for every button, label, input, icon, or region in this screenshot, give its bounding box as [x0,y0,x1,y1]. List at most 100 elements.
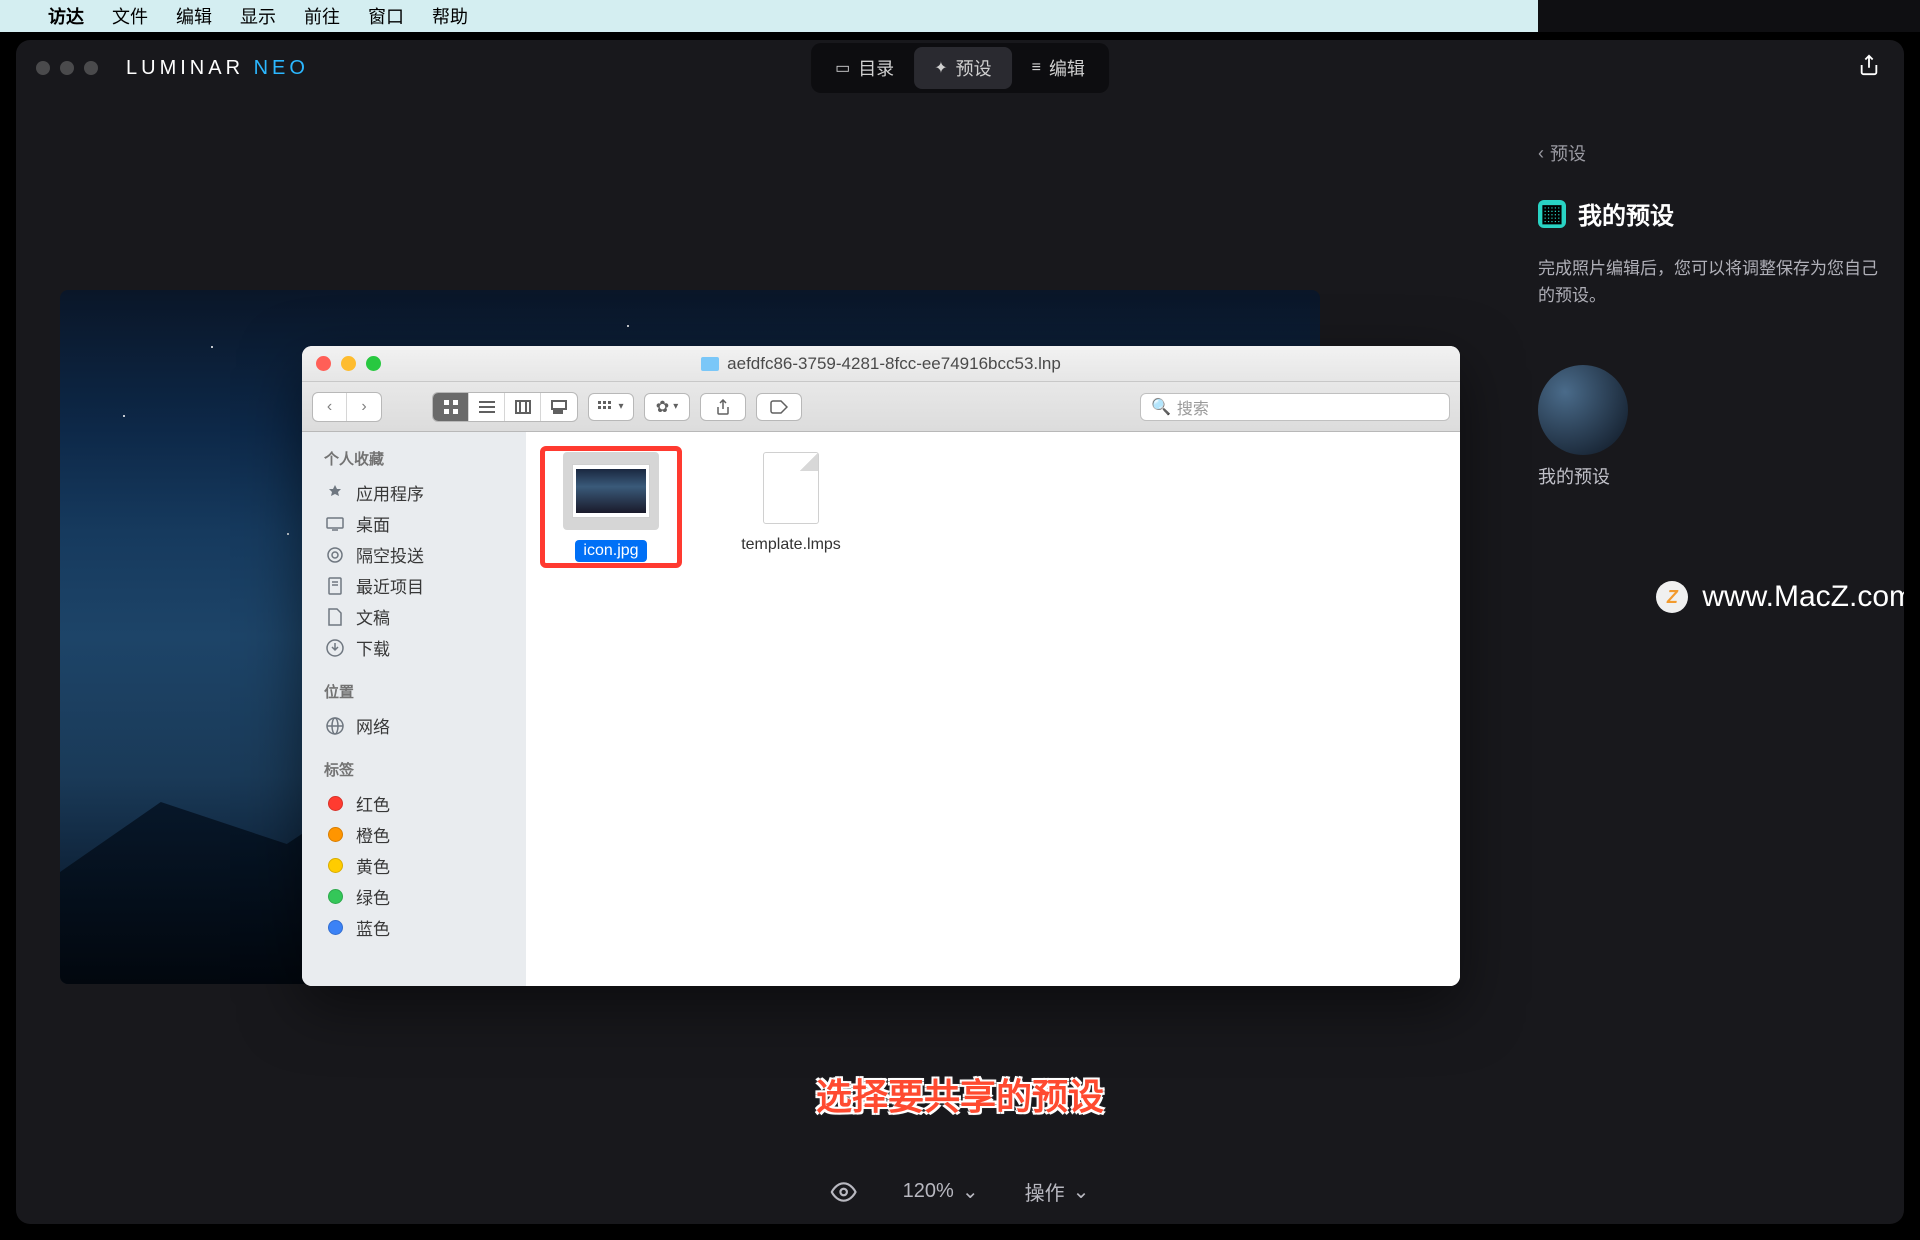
applications-icon [324,482,346,504]
mode-tabs: ▭ 目录 ✦ 预设 ≡ 编辑 [811,43,1109,93]
view-list-button[interactable] [469,393,505,421]
search-placeholder: 搜索 [1177,395,1209,419]
chevron-down-icon: ⌄ [962,1179,979,1204]
airdrop-icon [324,544,346,566]
menubar-app-name[interactable]: 访达 [48,3,84,29]
mode-tab-presets[interactable]: ✦ 预设 [914,47,1011,89]
sidebar-item-label: 黄色 [356,853,390,878]
nav-buttons: ‹ › [312,392,382,422]
sidebar-item-label: 桌面 [356,511,390,536]
back-to-presets-link[interactable]: ‹ 预设 [1538,140,1880,166]
finder-content[interactable]: icon.jpg template.lmps [526,432,1460,986]
finder-search[interactable]: 🔍 搜索 [1140,393,1450,421]
action-menu[interactable]: 操作 ⌄ [1025,1177,1090,1206]
finder-title-text: aefdfc86-3759-4281-8fcc-ee74916bcc53.lnp [727,354,1061,374]
edit-icon: ≡ [1032,59,1041,77]
menubar-fill [1538,0,1920,32]
file-item-template[interactable]: template.lmps [726,452,856,556]
sidebar-item-downloads[interactable]: 下载 [302,632,526,663]
visibility-toggle[interactable] [831,1179,857,1205]
app-traffic-lights [36,61,98,75]
tags-toolbar-button[interactable] [756,393,802,421]
logo-main: LUMINAR [126,57,244,79]
sidebar-item-label: 网络 [356,713,390,738]
watermark-icon: Z [1656,581,1688,613]
sidebar-tag-blue[interactable]: 蓝色 [302,912,526,943]
sidebar-item-applications[interactable]: 应用程序 [302,477,526,508]
search-icon: 🔍 [1151,397,1171,417]
finder-minimize-button[interactable] [341,356,356,371]
sidebar-tag-red[interactable]: 红色 [302,788,526,819]
share-toolbar-button[interactable] [700,393,746,421]
sidebar-item-network[interactable]: 网络 [302,710,526,741]
network-icon [324,715,346,737]
app-minimize-button[interactable] [60,61,74,75]
finder-maximize-button[interactable] [366,356,381,371]
menubar-item-edit[interactable]: 编辑 [176,3,212,29]
eye-icon [831,1179,857,1205]
nav-forward-button[interactable]: › [347,393,381,421]
folder-icon [701,357,719,371]
tags-heading: 标签 [302,757,526,788]
panel-description: 完成照片编辑后，您可以将调整保存为您自己的预设。 [1538,255,1880,309]
sidebar-item-recents[interactable]: 最近项目 [302,570,526,601]
tag-red-icon [328,796,343,811]
list-icon [479,400,495,414]
file-item-icon-jpg[interactable]: icon.jpg [546,452,676,562]
downloads-icon [324,637,346,659]
documents-icon [324,606,346,628]
sidebar-tag-orange[interactable]: 橙色 [302,819,526,850]
logo-accent: NEO [254,57,309,79]
bottom-bar: 120% ⌄ 操作 ⌄ [831,1177,1090,1206]
view-gallery-button[interactable] [541,393,577,421]
menubar-item-help[interactable]: 帮助 [432,3,468,29]
sidebar-item-documents[interactable]: 文稿 [302,601,526,632]
sidebar-item-desktop[interactable]: 桌面 [302,508,526,539]
mode-tab-edit[interactable]: ≡ 编辑 [1012,47,1105,89]
group-icon [598,401,614,413]
chevron-down-icon: ▾ [618,401,623,412]
catalog-icon: ▭ [835,58,850,78]
mode-tab-catalog[interactable]: ▭ 目录 [815,47,914,89]
preset-thumbnail[interactable] [1538,365,1628,455]
menubar-item-file[interactable]: 文件 [112,3,148,29]
locations-heading: 位置 [302,679,526,710]
menubar-item-go[interactable]: 前往 [304,3,340,29]
finder-traffic-lights [316,356,381,371]
preset-name-label: 我的预设 [1538,463,1880,489]
app-logo: LUMINAR NEO [126,57,309,80]
back-label: 预设 [1550,140,1586,166]
zoom-control[interactable]: 120% ⌄ [903,1179,979,1204]
sidebar-item-airdrop[interactable]: 隔空投送 [302,539,526,570]
sidebar-item-label: 红色 [356,791,390,816]
instruction-caption: 选择要共享的预设 [816,1068,1104,1120]
group-by-button[interactable]: ▾ [588,393,634,421]
file-name-label: template.lmps [733,534,849,556]
finder-window: aefdfc86-3759-4281-8fcc-ee74916bcc53.lnp… [302,346,1460,986]
gear-icon: ✿ [656,397,669,417]
mode-tab-label: 编辑 [1049,55,1085,81]
file-thumbnail [563,452,659,530]
app-maximize-button[interactable] [84,61,98,75]
tag-yellow-icon [328,858,343,873]
sidebar-tag-yellow[interactable]: 黄色 [302,850,526,881]
nav-back-button[interactable]: ‹ [313,393,347,421]
app-close-button[interactable] [36,61,50,75]
share-icon [716,399,730,415]
view-column-button[interactable] [505,393,541,421]
desktop-icon [324,513,346,535]
sidebar-tag-green[interactable]: 绿色 [302,881,526,912]
finder-body: 个人收藏 应用程序 桌面 隔空投送 最近项目 [302,432,1460,986]
recents-icon [324,575,346,597]
sidebar-item-label: 橙色 [356,822,390,847]
right-panel: ‹ 预设 ▦ 我的预设 完成照片编辑后，您可以将调整保存为您自己的预设。 我的预… [1514,120,1904,509]
finder-close-button[interactable] [316,356,331,371]
action-gear-button[interactable]: ✿ ▾ [644,393,690,421]
view-icon-button[interactable] [433,393,469,421]
sidebar-item-label: 应用程序 [356,480,424,505]
finder-titlebar[interactable]: aefdfc86-3759-4281-8fcc-ee74916bcc53.lnp [302,346,1460,382]
share-button[interactable] [1858,54,1880,82]
menubar-item-window[interactable]: 窗口 [368,3,404,29]
menubar-item-view[interactable]: 显示 [240,3,276,29]
macos-menubar: 访达 文件 编辑 显示 前往 窗口 帮助 [0,0,1538,32]
